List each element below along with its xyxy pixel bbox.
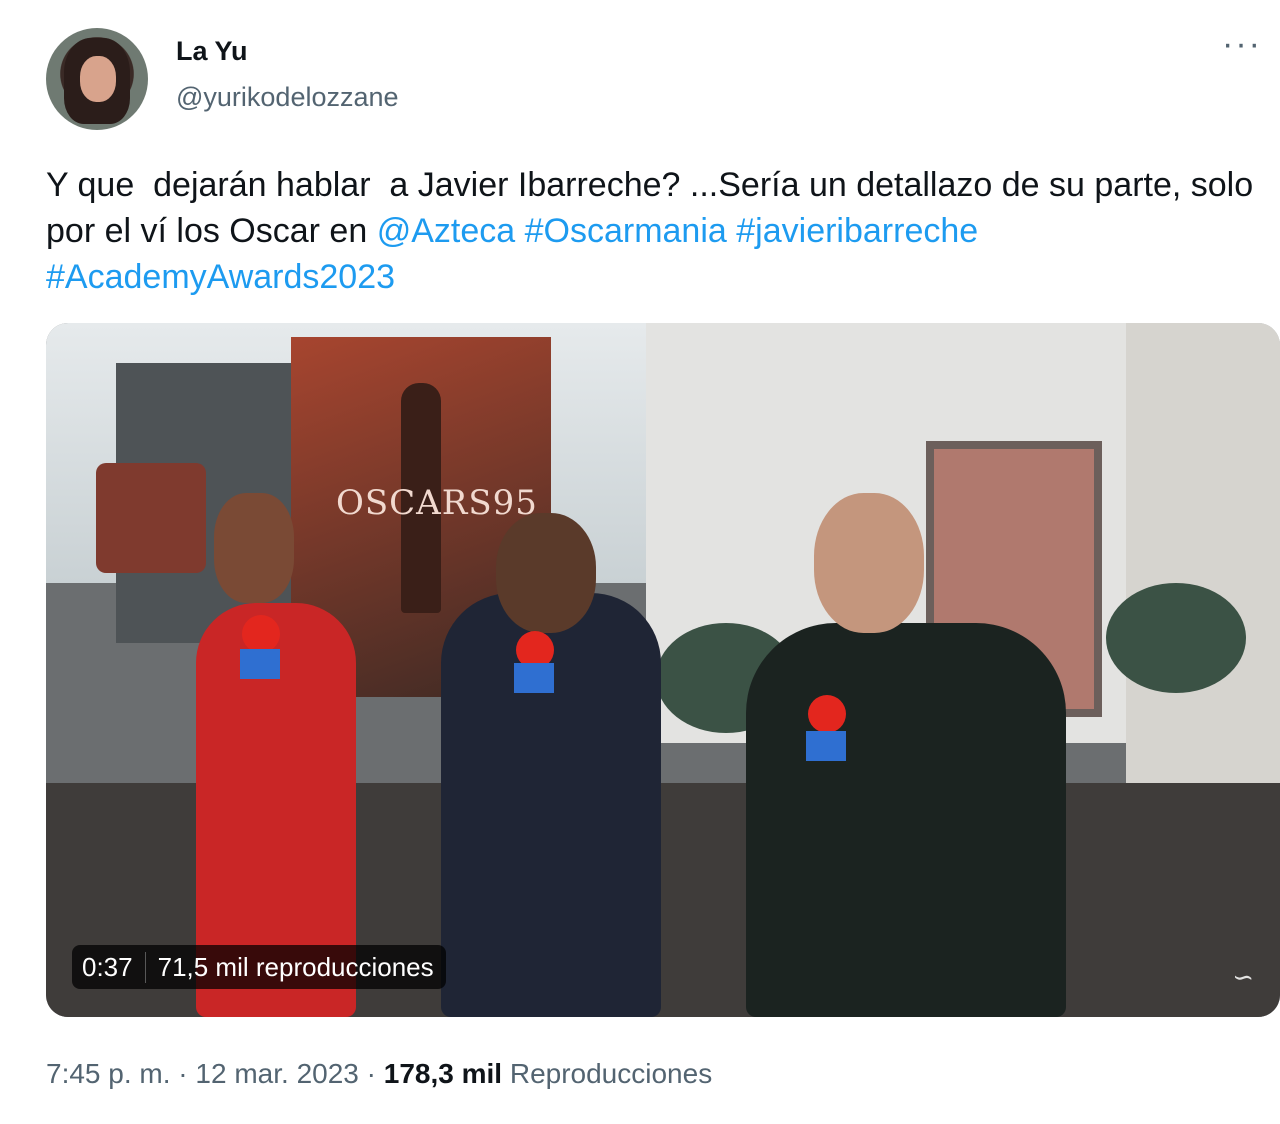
video-player[interactable]: OSCARS95 ∽ 0:37 71,5 mil reproducciones [46,323,1280,1017]
avatar-face [80,56,116,102]
tweet-view-count: 178,3 mil [383,1058,503,1089]
person-center-head [496,513,596,633]
hashtag-link[interactable]: #AcademyAwards2023 [46,258,395,296]
video-view-count: 71,5 mil reproducciones [157,951,434,982]
author-display-name[interactable]: La Yu [176,36,248,67]
person-left-head [214,493,294,603]
tweet-date[interactable]: 12 mar. 2023 [195,1058,358,1089]
microphone [242,615,280,653]
more-options-icon[interactable]: ··· [1222,27,1262,61]
tweet-text: Y que dejarán hablar a Javier Ibarreche?… [46,162,1276,300]
palm-tree [1106,583,1246,693]
hashtag-link[interactable]: #Oscarmania [525,212,727,250]
poster-title: OSCARS95 [336,483,538,523]
tweet-meta: 7:45 p. m. · 12 mar. 2023 · 178,3 mil Re… [46,1058,712,1090]
mention-link[interactable]: @Azteca [377,212,515,250]
video-scene-building [1126,323,1280,843]
person-right-body [746,623,1066,1017]
person-right-head [814,493,924,633]
microphone [808,695,846,733]
microphone-flag [514,663,554,693]
microphone-flag [240,649,280,679]
author-handle[interactable]: @yurikodelozzane [176,82,399,113]
hashtag-link[interactable]: #javieribarreche [736,212,978,250]
video-stats-pill: 0:37 71,5 mil reproducciones [72,945,446,989]
meta-separator: · [366,1058,376,1089]
tweet-time[interactable]: 7:45 p. m. [46,1058,171,1089]
avatar[interactable] [46,28,148,130]
tweet-view-label: Reproducciones [509,1058,713,1089]
microphone-flag [806,731,846,761]
video-watermark: ∽ [1232,963,1254,993]
video-scene-sign [96,463,206,573]
meta-separator: · [178,1058,188,1089]
video-duration: 0:37 [72,951,146,983]
